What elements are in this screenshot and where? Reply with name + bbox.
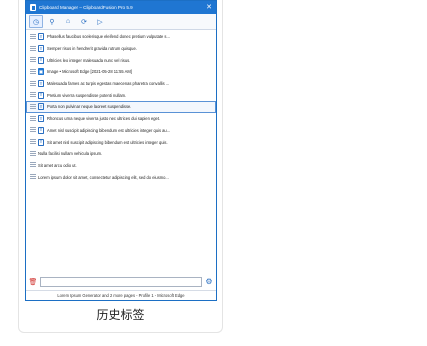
- drag-handle-icon[interactable]: [30, 162, 36, 169]
- drag-handle-icon[interactable]: [30, 115, 36, 122]
- drag-handle-icon[interactable]: [30, 45, 36, 52]
- list-item[interactable]: T Amet nisl suscipit adipiscing bibendum …: [26, 125, 216, 137]
- close-icon[interactable]: ✕: [206, 4, 212, 11]
- text-item-icon: T: [38, 126, 44, 134]
- caption: 历史标签: [96, 308, 145, 322]
- list-item[interactable]: Nulla facilisi nullam vehicula ipsum.: [26, 148, 216, 160]
- bottom-bar: 🗑 ⚙: [28, 276, 214, 287]
- gear-icon[interactable]: ⚙: [204, 277, 214, 287]
- play-icon[interactable]: ▷: [93, 15, 107, 28]
- drag-handle-icon[interactable]: [30, 150, 36, 157]
- list-item-text: Amet nisl suscipit adipiscing bibendum e…: [47, 127, 171, 133]
- list-item-text: Semper risus in hendrerit gravida rutrum…: [47, 46, 137, 52]
- drag-handle-icon[interactable]: [30, 139, 36, 146]
- clipboard-manager-window: Clipboard Manager – ClipboardFusion Pro …: [25, 0, 217, 301]
- text-item-icon: T: [38, 33, 44, 41]
- list-item-text: Rhoncus urna neque viverra justo nec ult…: [47, 116, 161, 122]
- search-input[interactable]: [40, 276, 202, 287]
- history-list[interactable]: T Phasellus faucibus scelerisque eleifend…: [26, 31, 216, 271]
- text-item-icon: T: [38, 80, 44, 88]
- app-icon: [30, 4, 36, 11]
- list-item-text: Sit amet nisl suscipit adipiscing bibend…: [47, 139, 168, 145]
- text-item-icon: T: [38, 103, 44, 111]
- list-item[interactable]: T Phasellus faucibus scelerisque eleifend…: [26, 31, 216, 43]
- toolbar: ◷ ⚲ ⌂ ⟳ ▷: [26, 14, 216, 30]
- list-item[interactable]: T Semper risus in hendrerit gravida rutru…: [26, 43, 216, 55]
- text-item-icon: T: [38, 45, 44, 53]
- title-bar: Clipboard Manager – ClipboardFusion Pro …: [26, 1, 216, 14]
- text-item-icon: T: [38, 115, 44, 123]
- pin-icon[interactable]: ⚲: [45, 15, 59, 28]
- home-icon[interactable]: ⌂: [61, 15, 75, 28]
- drag-handle-icon[interactable]: [30, 127, 36, 134]
- drag-handle-icon[interactable]: [30, 174, 36, 181]
- list-item-text: Sit amet arcu odio ut.: [38, 162, 77, 168]
- status-bar: Lorem Ipsum Generator and 2 more pages -…: [26, 290, 216, 300]
- text-item-icon: T: [38, 91, 44, 99]
- list-item-text: Image • Microsoft Edge [2021-05-28 11:55…: [47, 69, 132, 75]
- list-item[interactable]: T Rhoncus urna neque viverra justo nec ul…: [26, 113, 216, 125]
- list-item-text: Phasellus faucibus scelerisque eleifend …: [47, 34, 170, 40]
- image-item-icon: ▣: [38, 68, 44, 76]
- list-item[interactable]: Lorem ipsum dolor sit amet, consectetur …: [26, 171, 216, 183]
- list-item-text: Lorem ipsum dolor sit amet, consectetur …: [38, 174, 169, 180]
- drag-handle-icon[interactable]: [30, 33, 36, 40]
- drag-handle-icon[interactable]: [30, 57, 36, 64]
- list-item[interactable]: T Sit amet nisl suscipit adipiscing biben…: [26, 136, 216, 148]
- drag-handle-icon[interactable]: [30, 103, 36, 110]
- list-item[interactable]: ▣ Image • Microsoft Edge [2021-05-28 11:5…: [26, 66, 216, 78]
- list-item[interactable]: T Pretium viverra suspendisse potenti nul…: [26, 89, 216, 101]
- drag-handle-icon[interactable]: [30, 68, 36, 75]
- screenshot-card: Clipboard Manager – ClipboardFusion Pro …: [18, 0, 223, 333]
- refresh-icon[interactable]: ⟳: [77, 15, 91, 28]
- list-item[interactable]: T Porta non pulvinar neque laoreet suspen…: [26, 101, 216, 113]
- clock-icon[interactable]: ◷: [29, 15, 43, 28]
- list-item-text: Nulla facilisi nullam vehicula ipsum.: [38, 151, 103, 157]
- list-item[interactable]: T Ultricies leo integer malesuada nunc ve…: [26, 54, 216, 66]
- list-item-text: Ultricies leo integer malesuada nunc vel…: [47, 57, 131, 63]
- trash-icon[interactable]: 🗑: [28, 277, 38, 287]
- window-title: Clipboard Manager – ClipboardFusion Pro …: [39, 5, 133, 10]
- drag-handle-icon[interactable]: [30, 80, 36, 87]
- list-item-text: Porta non pulvinar neque laoreet suspend…: [47, 104, 132, 110]
- list-item-text: Malesuada fames ac turpis egestas maecen…: [47, 81, 170, 87]
- text-item-icon: T: [38, 56, 44, 64]
- drag-handle-icon[interactable]: [30, 92, 36, 99]
- list-item[interactable]: Sit amet arcu odio ut.: [26, 160, 216, 172]
- list-item-text: Pretium viverra suspendisse potenti null…: [47, 92, 127, 98]
- list-item[interactable]: T Malesuada fames ac turpis egestas maece…: [26, 78, 216, 90]
- text-item-icon: T: [38, 138, 44, 146]
